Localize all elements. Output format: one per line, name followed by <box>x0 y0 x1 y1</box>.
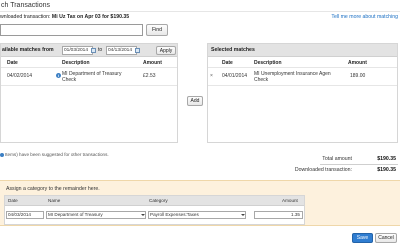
downloaded-total-label: Downloaded transaction: <box>294 167 352 173</box>
available-matches-header: ailable matches from 01/03/2014 to 04/13… <box>1 44 177 57</box>
column-header-date: Date <box>8 198 18 203</box>
total-amount-label: Total amount <box>322 156 352 162</box>
assign-name-select[interactable]: MI Department of Treasury <box>46 211 146 219</box>
window-title: ch Transactions <box>0 0 400 12</box>
table-row[interactable]: 04/02/2014 i MI Department of Treasury C… <box>1 69 177 86</box>
assign-date-field[interactable]: 04/03/2014 <box>6 211 44 219</box>
assign-table: Date Name Category Amount 04/03/2014 MI … <box>4 195 305 225</box>
column-header-amount: Amount <box>348 60 367 66</box>
assign-category-select[interactable]: Payroll Expenses:Taxes <box>148 211 246 219</box>
totals-divider <box>320 164 398 165</box>
column-header-row: Date Description Amount <box>1 58 177 68</box>
available-header-label: ailable matches from <box>2 47 54 53</box>
help-link[interactable]: Tell me more about matching <box>331 14 398 20</box>
suggested-note: Items) have been suggested for other tra… <box>0 152 109 157</box>
available-matches-panel: ailable matches from 01/03/2014 to 04/13… <box>0 43 178 143</box>
find-button[interactable]: Find <box>146 24 168 36</box>
to-date-input[interactable]: 04/13/2014 <box>106 46 137 55</box>
column-header-amount: Amount <box>143 60 162 66</box>
assign-header-row: Date Name Category Amount <box>5 196 304 206</box>
calendar-icon[interactable] <box>135 48 140 53</box>
save-button[interactable]: Save <box>352 233 373 243</box>
remove-icon[interactable]: × <box>210 73 213 79</box>
info-icon[interactable]: i <box>56 73 61 78</box>
downloaded-transaction-line: wnloaded transaction: Mi Uz Tax on Apr 0… <box>0 14 129 20</box>
total-amount-value: $190.35 <box>377 156 396 162</box>
chevron-down-icon[interactable] <box>241 214 245 216</box>
row-date: 04/01/2014 <box>222 73 248 79</box>
add-button[interactable]: Add <box>187 96 203 106</box>
find-input[interactable] <box>0 24 143 36</box>
from-date-input[interactable]: 01/03/2014 <box>62 46 93 55</box>
row-date: 04/02/2014 <box>7 73 33 79</box>
column-header-name: Name <box>48 198 61 203</box>
column-header-description: Description <box>62 60 90 66</box>
assign-amount-field[interactable]: 1.35 <box>254 211 303 219</box>
apply-button[interactable]: Apply <box>156 46 176 55</box>
row-description-type: Check <box>254 77 269 83</box>
column-header-description: Description <box>254 60 282 66</box>
selected-matches-header: Selected matches <box>208 44 397 57</box>
downloaded-total-value: $190.35 <box>377 167 396 173</box>
column-header-date: Date <box>222 60 233 66</box>
cancel-button[interactable]: Cancel <box>375 233 397 243</box>
selected-matches-panel: Selected matches Date Description Amount… <box>207 43 398 143</box>
row-description-type: Check <box>62 77 77 83</box>
assign-amount-value: 1.35 <box>291 212 300 217</box>
table-row[interactable]: × 04/01/2014 MI Unemployment Insurance A… <box>208 69 397 86</box>
chevron-down-icon[interactable] <box>141 214 145 216</box>
downloaded-label: wnloaded transaction: <box>0 14 51 20</box>
selected-header-label: Selected matches <box>211 47 255 53</box>
row-amount: £2.53 <box>143 73 156 79</box>
info-icon <box>0 152 4 157</box>
note-text: Items) have been suggested for other tra… <box>5 152 109 157</box>
downloaded-value: Mi Uz Tax on Apr 03 for $190.35 <box>51 14 130 20</box>
to-label: to <box>98 47 103 53</box>
column-header-date: Date <box>7 60 18 66</box>
column-header-row: Date Description Amount <box>208 58 397 68</box>
column-header-amount: Amount <box>282 198 298 203</box>
column-header-category: Category <box>149 198 168 203</box>
assign-category-section: Assign a category to the remainder here.… <box>0 180 400 226</box>
calendar-icon[interactable] <box>91 48 96 53</box>
assign-title: Assign a category to the remainder here. <box>6 186 100 192</box>
row-amount: 189.00 <box>350 73 366 79</box>
